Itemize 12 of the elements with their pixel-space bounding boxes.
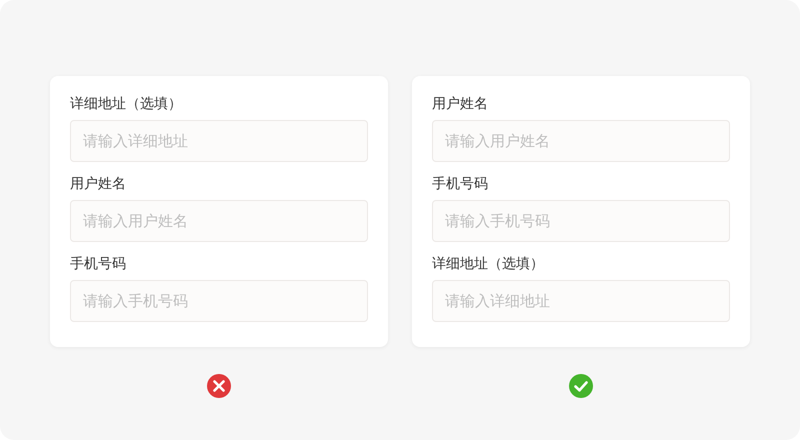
- input-field[interactable]: 请输入用户姓名: [432, 120, 730, 162]
- input-field[interactable]: 请输入手机号码: [432, 200, 730, 242]
- field-label: 用户姓名: [432, 95, 489, 114]
- input-field[interactable]: 请输入详细地址: [70, 120, 368, 162]
- input-field[interactable]: 请输入手机号码: [70, 280, 368, 322]
- field-label: 手机号码: [70, 255, 127, 274]
- input-field[interactable]: 请输入详细地址: [432, 280, 730, 322]
- field-label: 用户姓名: [70, 175, 127, 194]
- field-label: 详细地址（选填）: [70, 95, 183, 114]
- field-label: 详细地址（选填）: [432, 255, 545, 274]
- field-label: 手机号码: [432, 175, 489, 194]
- input-field[interactable]: 请输入用户姓名: [70, 200, 368, 242]
